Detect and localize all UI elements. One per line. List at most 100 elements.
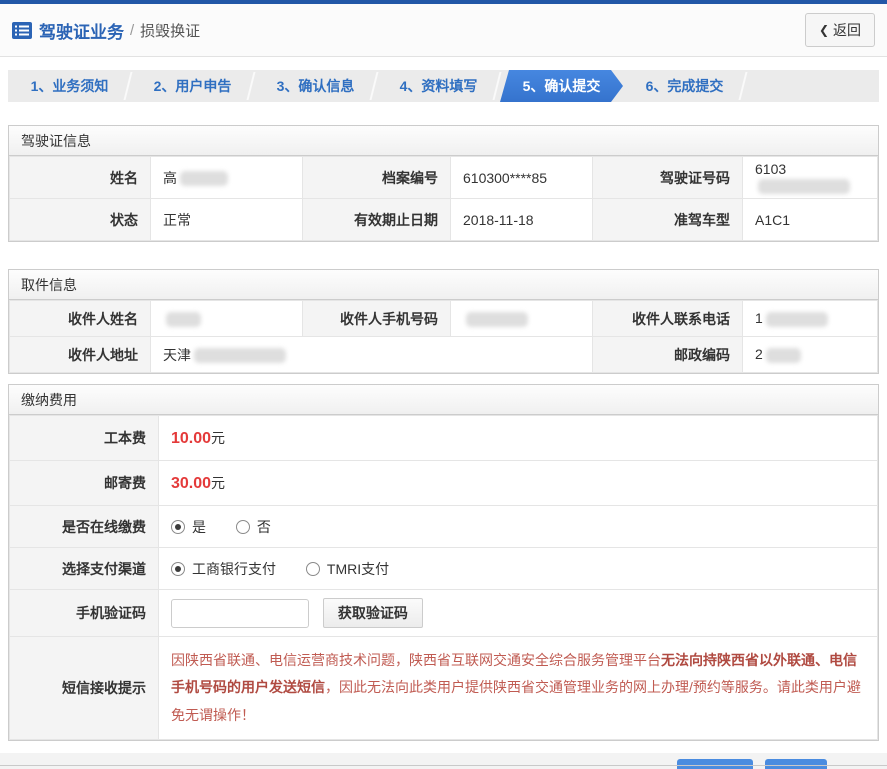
redacted-value (180, 171, 228, 187)
step-label: 2、用户申告 (153, 78, 232, 94)
status-value: 正常 (150, 198, 303, 241)
table-row: 状态 正常 有效期止日期 2018-11-18 准驾车型 A1C1 (9, 198, 878, 241)
step-4-fill-data[interactable]: 4、资料填写 (377, 70, 500, 102)
license-info-table: 姓名 高 档案编号 610300****85 驾驶证号码 6103 状态 正常 … (9, 156, 878, 241)
sms-code-label: 手机验证码 (9, 589, 159, 637)
step-5-confirm-submit-active[interactable]: 5、确认提交 (500, 70, 623, 102)
license-number-label: 驾驶证号码 (592, 156, 743, 199)
radio-tmri-payment[interactable]: TMRI支付 (305, 559, 390, 579)
radio-no[interactable]: 否 (235, 517, 271, 537)
pickup-info-table: 收件人姓名 收件人手机号码 收件人联系电话 1 收件人地址 天津 邮政编码 2 (9, 300, 878, 373)
file-number-value: 610300****85 (450, 156, 593, 199)
pickup-section-title: 取件信息 (9, 270, 878, 300)
online-payment-label: 是否在线缴费 (9, 505, 159, 548)
recipient-phone-text: 1 (755, 310, 763, 327)
page-title: 驾驶证业务 (39, 22, 124, 42)
postal-code-text: 2 (755, 346, 763, 363)
redacted-value (466, 311, 528, 327)
previous-step-button[interactable]: 上一步 (677, 758, 753, 769)
recipient-phone-label: 收件人联系电话 (592, 300, 743, 337)
radio-selected-icon (171, 519, 185, 534)
postal-code-value: 2 (742, 336, 878, 373)
sms-notice-text: 因陕西省联通、电信运营商技术问题，陕西省互联网交通安全综合服务管理平台无法向持陕… (171, 652, 861, 723)
step-nav-filler (746, 70, 879, 102)
name-value: 高 (150, 156, 303, 199)
step-label: 1、业务须知 (30, 78, 109, 94)
radio-unselected-icon (305, 561, 320, 576)
redacted-value (758, 178, 850, 194)
step-3-confirm-info[interactable]: 3、确认信息 (254, 70, 377, 102)
license-info-section: 驾驶证信息 姓名 高 档案编号 610300****85 驾驶证号码 6103 … (8, 125, 879, 242)
redacted-value (194, 348, 286, 364)
step-label: 4、资料填写 (399, 78, 478, 94)
table-row: 收件人地址 天津 邮政编码 2 (9, 336, 878, 373)
status-label: 状态 (9, 198, 151, 241)
expiry-date-label: 有效期止日期 (302, 198, 451, 241)
redacted-value (166, 311, 201, 327)
payment-section: 缴纳费用 工本费 10.00元 邮寄费 30.00元 是否在线缴费 是 否 选择… (8, 384, 879, 741)
page-header: 驾驶证业务 / 损毁换证 ❮ 返回 (0, 4, 887, 57)
breadcrumb-separator: / (130, 21, 135, 39)
step-nav: 1、业务须知 2、用户申告 3、确认信息 4、资料填写 5、确认提交 6、完成提… (8, 70, 879, 102)
step-label: 6、完成提交 (645, 78, 724, 94)
sms-code-cell: 获取验证码 (158, 589, 878, 637)
production-fee-unit: 元 (211, 430, 226, 446)
finish-button[interactable]: 完成 (765, 758, 827, 769)
payment-channel-label: 选择支付渠道 (9, 547, 159, 590)
table-row: 邮寄费 30.00元 (9, 460, 878, 506)
recipient-address-text: 天津 (163, 346, 191, 363)
table-row: 手机验证码 获取验证码 (9, 589, 878, 637)
get-code-button[interactable]: 获取验证码 (322, 598, 423, 628)
postage-fee-amount: 30.00 (171, 475, 212, 492)
vehicle-class-value: A1C1 (742, 198, 878, 241)
table-row: 短信接收提示 因陕西省联通、电信运营商技术问题，陕西省互联网交通安全综合服务管理… (9, 636, 878, 740)
file-number-label: 档案编号 (302, 156, 451, 199)
recipient-phone-value: 1 (742, 300, 878, 337)
recipient-name-value (150, 300, 303, 337)
footer-action-bar: 上一步 完成 (0, 752, 887, 769)
radio-icbc-label: 工商银行支付 (192, 560, 276, 577)
chevron-left-icon: ❮ (818, 23, 829, 37)
notice-part-1: 因陕西省联通、电信运营商技术问题，陕西省互联网交通安全综合服务管理平台 (171, 652, 661, 668)
postage-fee-unit: 元 (211, 475, 226, 491)
table-row: 选择支付渠道 工商银行支付 TMRI支付 (9, 547, 878, 590)
radio-icbc-payment[interactable]: 工商银行支付 (171, 559, 276, 579)
recipient-mobile-value (450, 300, 593, 337)
name-text: 高 (163, 169, 177, 186)
radio-tmri-label: TMRI支付 (326, 560, 390, 577)
pickup-info-section: 取件信息 收件人姓名 收件人手机号码 收件人联系电话 1 收件人地址 天津 邮政… (8, 269, 879, 374)
page-bottom-divider (0, 765, 887, 766)
breadcrumb-current: 损毁换证 (140, 22, 201, 40)
radio-selected-icon (171, 561, 185, 576)
redacted-value (765, 347, 801, 363)
sms-code-input[interactable] (171, 598, 309, 628)
redacted-value (765, 311, 828, 327)
payment-channel-options: 工商银行支付 TMRI支付 (158, 547, 878, 590)
step-6-finish-submit[interactable]: 6、完成提交 (623, 70, 746, 102)
step-label: 5、确认提交 (522, 78, 601, 94)
step-2-user-declaration[interactable]: 2、用户申告 (131, 70, 254, 102)
recipient-name-label: 收件人姓名 (9, 300, 151, 337)
radio-yes[interactable]: 是 (171, 517, 206, 537)
production-fee-amount: 10.00 (171, 430, 212, 447)
recipient-address-value: 天津 (150, 336, 593, 373)
postage-fee-value: 30.00元 (158, 460, 878, 506)
radio-unselected-icon (235, 519, 250, 534)
payment-section-title: 缴纳费用 (9, 385, 878, 415)
table-row: 是否在线缴费 是 否 (9, 505, 878, 548)
license-number-value: 6103 (742, 156, 878, 199)
vehicle-class-label: 准驾车型 (592, 198, 743, 241)
production-fee-label: 工本费 (9, 415, 159, 461)
radio-no-label: 否 (256, 518, 271, 535)
expiry-date-value: 2018-11-18 (450, 198, 593, 241)
name-label: 姓名 (9, 156, 151, 199)
postage-fee-label: 邮寄费 (9, 460, 159, 506)
step-1-business-notes[interactable]: 1、业务须知 (8, 70, 131, 102)
sms-notice-cell: 因陕西省联通、电信运营商技术问题，陕西省互联网交通安全综合服务管理平台无法向持陕… (158, 636, 878, 740)
table-row: 姓名 高 档案编号 610300****85 驾驶证号码 6103 (9, 156, 878, 199)
license-section-title: 驾驶证信息 (9, 126, 878, 156)
recipient-address-label: 收件人地址 (9, 336, 151, 373)
back-button[interactable]: ❮ 返回 (804, 13, 875, 47)
postal-code-label: 邮政编码 (592, 336, 743, 373)
list-icon (12, 21, 32, 39)
